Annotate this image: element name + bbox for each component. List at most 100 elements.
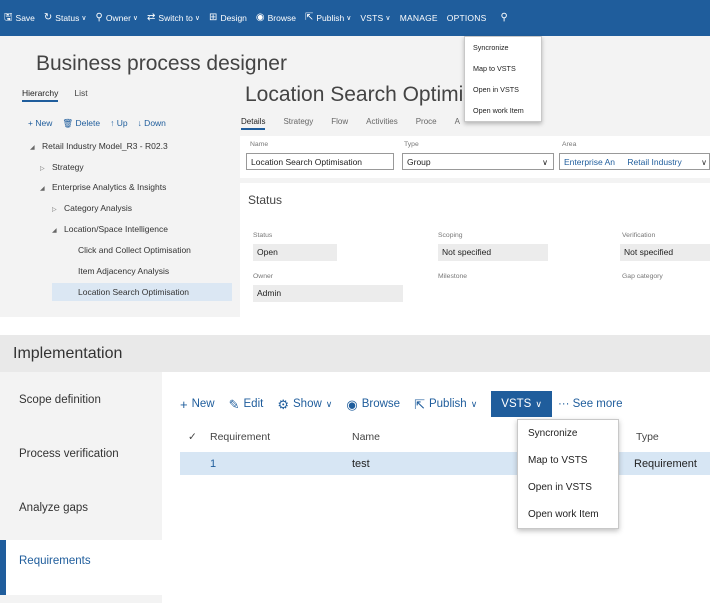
nav-process-verification[interactable]: Process verification (0, 448, 162, 460)
tree-node-label: Category Analysis (64, 203, 133, 213)
area-value-2: Retail Industry (627, 157, 682, 167)
status-command[interactable]: ↻ Status ∨ (44, 13, 87, 24)
chevron-down-icon: ∨ (81, 15, 87, 22)
tree-new-button[interactable]: + New (28, 118, 52, 129)
nav-scope-definition[interactable]: Scope definition (0, 394, 162, 406)
name-label: Name (250, 141, 269, 148)
edit-icon: ✎ (228, 396, 240, 412)
tree-node[interactable]: Item Adjacency Analysis (66, 262, 169, 280)
select-all-check-icon[interactable]: ✓ (188, 431, 197, 443)
tab-activities[interactable]: Activities (366, 117, 398, 130)
tab-hierarchy[interactable]: Hierarchy (22, 88, 59, 102)
menu-item-open-in-vsts[interactable]: Open in VSTS (518, 474, 618, 501)
owner-label: Owner (105, 13, 131, 23)
tab-strategy[interactable]: Strategy (283, 117, 313, 130)
new-button[interactable]: + New (180, 398, 215, 411)
row-requirement-cell[interactable]: 1 (210, 458, 216, 470)
show-button[interactable]: ⚙ Show ∨ (277, 398, 332, 411)
menu-item-map-to-vsts[interactable]: Map to VSTS (518, 447, 618, 474)
tree-down-button[interactable]: ↓ Down (138, 118, 166, 129)
area-field[interactable]: Enterprise An Retail Industry ∨ (559, 153, 710, 170)
implementation-screenshot: Implementation Scope definition Process … (0, 335, 710, 603)
publish-command[interactable]: ⇱ Publish ∨ (304, 12, 351, 24)
nav-requirements[interactable]: Requirements (0, 540, 162, 595)
menu-item-open-in-vsts[interactable]: Open in VSTS (465, 79, 541, 100)
menu-item-open-work-item[interactable]: Open work Item (465, 100, 541, 121)
col-header-name[interactable]: Name (352, 431, 380, 443)
menu-item-map-to-vsts[interactable]: Map to VSTS (465, 58, 541, 79)
menu-item-syncronize[interactable]: Syncronize (465, 37, 541, 58)
verification-value[interactable]: Not specified (620, 244, 710, 261)
browse-button[interactable]: ◉ Browse (346, 398, 400, 411)
see-more-button[interactable]: ··· See more (558, 398, 623, 410)
chevron-down-icon: ∨ (535, 398, 542, 409)
manage-command[interactable]: MANAGE (400, 13, 438, 23)
status-label: Status (55, 13, 80, 23)
design-command[interactable]: ⊞ Design (209, 13, 247, 24)
tree-node-label: Strategy (52, 162, 84, 172)
tab-processes[interactable]: Proce (416, 117, 437, 130)
status-label: Status (253, 232, 273, 239)
vsts-dropdown-menu: Syncronize Map to VSTS Open in VSTS Open wo… (517, 419, 619, 529)
switch-to-command[interactable]: ⇄ Switch to ∨ (147, 13, 200, 24)
owner-icon: ⚲ (95, 12, 103, 23)
tree-up-button[interactable]: ↑ Up (110, 118, 127, 129)
tab-list[interactable]: List (74, 88, 87, 102)
vsts-label: VSTS (501, 398, 532, 410)
chevron-down-icon: ∨ (701, 158, 707, 167)
publish-icon: ⇱ (304, 12, 314, 23)
col-header-type[interactable]: Type (636, 431, 659, 443)
expand-toggle-icon[interactable]: ◢ (30, 139, 42, 157)
plus-icon: + (180, 396, 188, 412)
tree-node[interactable]: ▷ Strategy (40, 158, 84, 176)
chevron-down-icon: ∨ (542, 158, 548, 167)
tree-node[interactable]: ▷ Category Analysis (52, 199, 132, 217)
tab-flow[interactable]: Flow (331, 117, 348, 130)
row-name-cell: test (352, 458, 370, 470)
tab-other[interactable]: A (455, 117, 460, 130)
vsts-button[interactable]: VSTS ∨ (491, 391, 552, 417)
name-field[interactable]: Location Search Optimisation (246, 153, 394, 170)
expand-toggle-icon[interactable]: ◢ (40, 180, 52, 198)
nav-analyze-gaps[interactable]: Analyze gaps (0, 502, 162, 514)
new-label: New (191, 398, 215, 410)
browse-command[interactable]: ◉ Browse (256, 13, 296, 24)
chevron-down-icon: ∨ (325, 398, 333, 409)
expand-toggle-icon[interactable]: ◢ (52, 222, 64, 240)
col-header-requirement[interactable]: Requirement (210, 431, 270, 443)
tree-delete-button[interactable]: 🗑 Delete (62, 118, 100, 129)
search-command[interactable]: ⚲ (500, 13, 510, 23)
browse-label: Browse (361, 398, 401, 410)
options-command[interactable]: OPTIONS (447, 13, 487, 23)
implementation-header: Implementation (0, 335, 710, 372)
scoping-value[interactable]: Not specified (438, 244, 548, 261)
tree-node[interactable]: Click and Collect Optimisation (66, 241, 191, 259)
status-heading: Status (248, 193, 283, 207)
expand-toggle-icon[interactable]: ▷ (52, 201, 64, 219)
tree-node[interactable]: ◢ Retail Industry Model_R3 - R02.3 (30, 137, 168, 155)
tree-node[interactable]: ◢ Location/Space Intelligence (52, 220, 168, 238)
menu-item-open-work-item[interactable]: Open work Item (518, 501, 618, 528)
browse-icon: ◉ (346, 396, 358, 412)
tab-details[interactable]: Details (241, 117, 266, 130)
publish-label: Publish (316, 13, 345, 23)
edit-button[interactable]: ✎ Edit (229, 398, 264, 411)
vsts-command[interactable]: VSTS ∨ (360, 13, 390, 23)
expand-toggle-icon[interactable]: ▷ (40, 160, 52, 178)
tree-node[interactable]: ◢ Enterprise Analytics & Insights (40, 178, 166, 196)
menu-item-syncronize[interactable]: Syncronize (518, 420, 618, 447)
tree-node-label: Item Adjacency Analysis (78, 266, 170, 276)
type-select[interactable]: Group ∨ (402, 153, 554, 170)
save-command[interactable]: 🖫 Save (4, 13, 35, 24)
tree-node[interactable]: Location Search Optimisation (52, 283, 232, 301)
page-title: Business process designer (36, 52, 287, 75)
owner-value[interactable]: Admin (253, 285, 403, 302)
status-value[interactable]: Open (253, 244, 337, 261)
publish-button[interactable]: ⇱ Publish ∨ (414, 398, 477, 411)
tree-node-label: Click and Collect Optimisation (78, 245, 191, 255)
owner-command[interactable]: ⚲ Owner ∨ (95, 12, 139, 24)
area-value-1: Enterprise An (564, 157, 616, 167)
chevron-down-icon: ∨ (470, 398, 478, 409)
table-row[interactable] (180, 452, 710, 475)
area-label: Area (562, 141, 577, 148)
